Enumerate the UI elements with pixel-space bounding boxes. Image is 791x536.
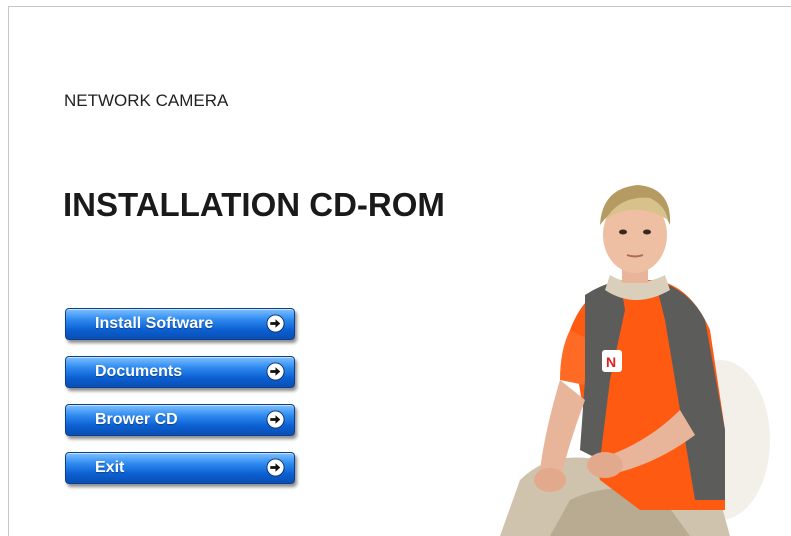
browse-cd-label: Brower CD bbox=[95, 411, 178, 428]
svg-text:N: N bbox=[606, 354, 616, 370]
arrow-right-circle-icon bbox=[266, 314, 285, 333]
window-top-border bbox=[8, 6, 791, 7]
browse-cd-button[interactable]: Brower CD bbox=[65, 404, 295, 436]
documents-button[interactable]: Documents bbox=[65, 356, 295, 388]
boy-portrait-image: N bbox=[500, 185, 770, 536]
arrow-right-circle-icon bbox=[266, 362, 285, 381]
installer-window: NETWORK CAMERA INSTALLATION CD-ROM Insta… bbox=[0, 0, 791, 536]
product-subtitle: NETWORK CAMERA bbox=[64, 91, 229, 110]
main-menu: Install Software Documents Brower CD Exi… bbox=[65, 308, 297, 500]
arrow-right-circle-icon bbox=[266, 458, 285, 477]
install-software-label: Install Software bbox=[95, 315, 214, 332]
install-software-button[interactable]: Install Software bbox=[65, 308, 295, 340]
window-left-border bbox=[8, 6, 9, 536]
documents-label: Documents bbox=[95, 363, 183, 380]
page-title: INSTALLATION CD-ROM bbox=[63, 186, 445, 223]
arrow-right-circle-icon bbox=[266, 410, 285, 429]
exit-button[interactable]: Exit bbox=[65, 452, 295, 484]
exit-label: Exit bbox=[95, 459, 125, 476]
